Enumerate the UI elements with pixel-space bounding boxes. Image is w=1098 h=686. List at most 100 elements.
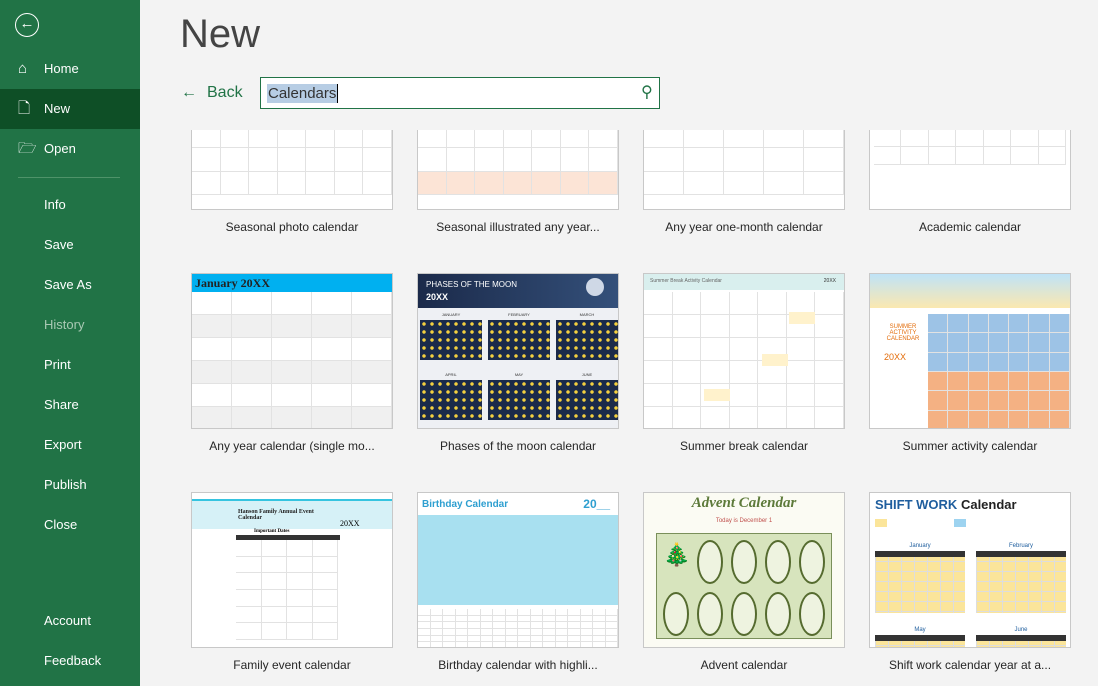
template-shift-work[interactable]: SHIFT WORK Calendar January February May… (869, 492, 1071, 672)
calendar-cell (272, 315, 312, 338)
thumb-heading: January 20XX (195, 276, 271, 290)
calendar-cell (1049, 352, 1070, 372)
template-advent[interactable]: Advent Calendar Today is December 1 🎄 Ad… (643, 492, 845, 672)
calendar-cell (1049, 333, 1070, 353)
sidebar-item-new[interactable]: 🗋 New (0, 89, 140, 129)
thumbnail[interactable]: January 20XX (191, 273, 393, 429)
calendar-cell (1049, 391, 1070, 411)
calendar-cell (983, 130, 1012, 147)
calendar-cell (430, 635, 443, 643)
thumbnail[interactable]: Hanson Family Annual Event Calendar Impo… (191, 492, 393, 648)
calendar-cell (455, 609, 468, 616)
calendar-cell (593, 622, 606, 629)
calendar-cell (236, 606, 262, 624)
sidebar-item-save-as[interactable]: Save As (0, 265, 140, 305)
template-gallery[interactable]: Seasonal photo calendar Seasonal illustr… (140, 130, 1098, 686)
template-summer-activity[interactable]: SUMMER ACTIVITY CALENDAR 20XX Summer act… (869, 273, 1071, 453)
calendar-cell (312, 292, 352, 315)
thumbnail[interactable] (417, 130, 619, 210)
calendar-cell (589, 130, 618, 149)
calendar-cell (555, 628, 568, 636)
search-input[interactable]: Calendars ⚲ (260, 77, 660, 109)
sidebar-item-info[interactable]: Info (0, 185, 140, 225)
sidebar-item-home[interactable]: ⌂ Home (0, 49, 140, 89)
calendar-cell (948, 314, 969, 334)
calendar-cell (543, 642, 556, 647)
calendar-cell (672, 384, 702, 407)
thumbnail[interactable]: Advent Calendar Today is December 1 🎄 (643, 492, 845, 648)
sidebar-item-save[interactable]: Save (0, 225, 140, 265)
back-link[interactable]: ← Back (181, 84, 253, 102)
calendar-cell (232, 361, 272, 384)
thumbnail[interactable]: Summer Break Activity Calendar 20XX (643, 273, 845, 429)
calendar-cell (804, 130, 844, 149)
sidebar-item-print[interactable]: Print (0, 345, 140, 385)
template-family-event[interactable]: Hanson Family Annual Event Calendar Impo… (191, 492, 393, 672)
calendar-cell (518, 609, 531, 616)
template-summer-break[interactable]: Summer Break Activity Calendar 20XX Summ… (643, 273, 845, 453)
back-arrow-circle-icon[interactable]: ← (15, 13, 39, 37)
calendar-cell (593, 635, 606, 643)
advent-door (799, 540, 825, 584)
calendar-cell (430, 615, 443, 623)
sidebar-item-open[interactable]: 🗁 Open (0, 129, 140, 169)
calendar-cell (468, 628, 481, 636)
template-birthday[interactable]: Birthday Calendar 20__ Birthday calendar… (417, 492, 619, 672)
sidebar-item-close[interactable]: Close (0, 505, 140, 545)
thumb-subheading: Calendar (960, 497, 1017, 512)
calendar-cell (1029, 314, 1050, 334)
calendar-cell (605, 615, 618, 623)
calendar-cell (352, 338, 392, 361)
advent-door (663, 592, 689, 636)
calendar-cell (928, 333, 949, 353)
template-label: Any year calendar (single mo... (209, 439, 375, 453)
month-label: APRIL (445, 372, 457, 377)
calendar-cell (988, 372, 1010, 392)
sidebar-item-publish[interactable]: Publish (0, 465, 140, 505)
calendar-cell (1029, 333, 1050, 353)
template-seasonal-illustrated[interactable]: Seasonal illustrated any year... (417, 130, 619, 234)
calendar-cell (493, 615, 506, 623)
sidebar-item-feedback[interactable]: Feedback (0, 641, 140, 681)
sidebar-item-export[interactable]: Export (0, 425, 140, 465)
calendar-cell (443, 615, 456, 623)
template-label: Family event calendar (233, 658, 351, 672)
template-label: Phases of the moon calendar (439, 439, 597, 453)
thumbnail[interactable] (191, 130, 393, 210)
calendar-cell (804, 148, 844, 172)
thumbnail[interactable] (643, 130, 845, 210)
template-any-year-one-month[interactable]: Any year one-month calendar (643, 130, 845, 234)
calendar-cell (560, 148, 590, 172)
calendar-cell (948, 352, 969, 372)
sidebar-item-history[interactable]: History (0, 305, 140, 345)
template-any-year-single-month[interactable]: January 20XX Any year calendar (single m… (191, 273, 393, 453)
thumbnail[interactable]: SHIFT WORK Calendar January February May… (869, 492, 1071, 648)
template-seasonal-photo[interactable]: Seasonal photo calendar (191, 130, 393, 234)
month-label: June (1014, 627, 1028, 633)
template-label: Seasonal photo calendar (225, 220, 359, 234)
calendar-cell (948, 391, 969, 411)
thumbnail[interactable]: SUMMER ACTIVITY CALENDAR 20XX (869, 273, 1071, 429)
calendar-cell (988, 410, 1010, 428)
calendar-cell (418, 628, 431, 636)
template-phases-of-moon[interactable]: PHASES OF THE MOON 20XX JANUARY FEBRUARY… (417, 273, 619, 453)
thumbnail[interactable] (869, 130, 1071, 210)
calendar-cell (277, 130, 307, 149)
calendar-cell (306, 148, 335, 172)
calendar-cell (468, 615, 481, 623)
calendar-cell (493, 642, 506, 647)
calendar-cell (672, 361, 702, 384)
calendar-cell (968, 372, 989, 392)
thumbnail[interactable]: PHASES OF THE MOON 20XX JANUARY FEBRUARY… (417, 273, 619, 429)
calendar-cell (446, 148, 476, 172)
thumbnail[interactable]: Birthday Calendar 20__ (417, 492, 619, 648)
search-icon[interactable]: ⚲ (641, 82, 653, 102)
template-academic[interactable]: Academic calendar (869, 130, 1071, 234)
calendar-cell (928, 352, 949, 372)
calendar-cell (672, 338, 702, 361)
calendar-cell (560, 171, 590, 195)
calendar-cell (968, 352, 989, 372)
sidebar-item-account[interactable]: Account (0, 601, 140, 641)
calendar-cell (192, 384, 232, 407)
sidebar-item-share[interactable]: Share (0, 385, 140, 425)
